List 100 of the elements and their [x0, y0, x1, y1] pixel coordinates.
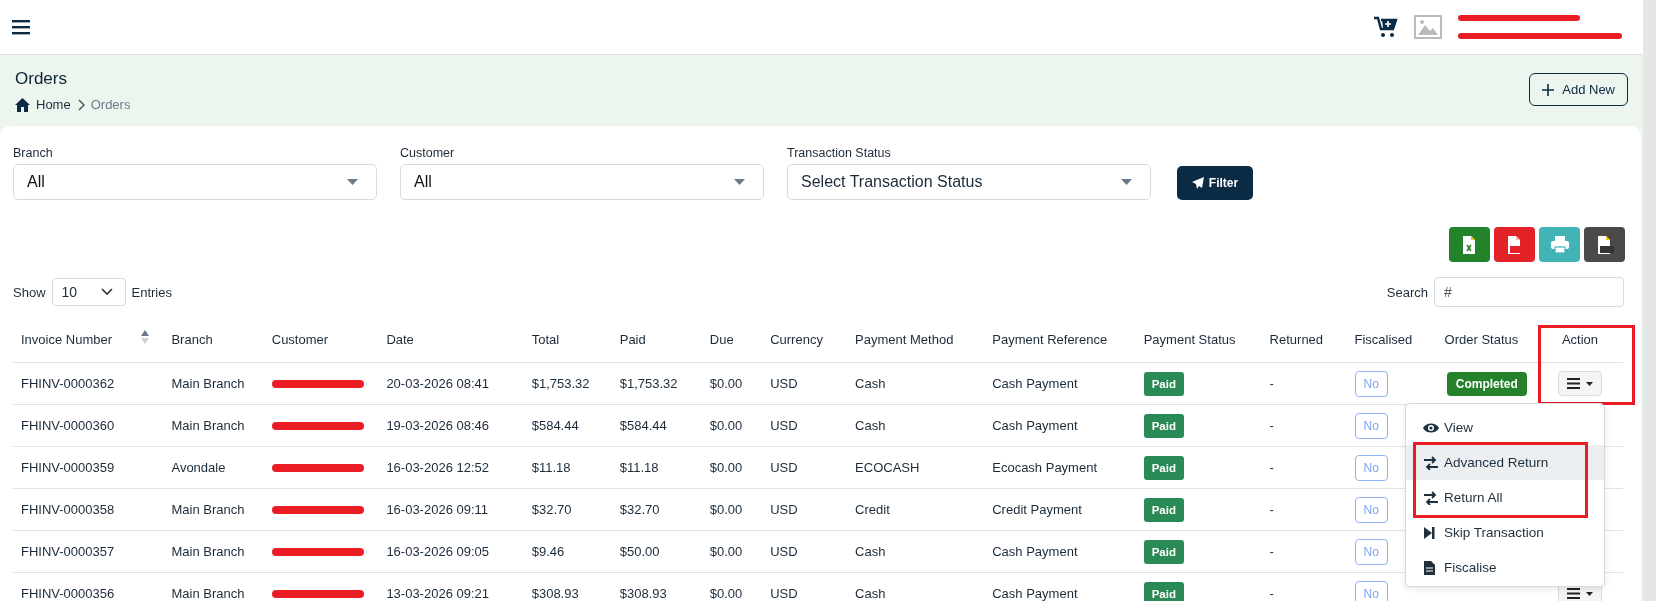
table-cell: Cash Payment — [992, 418, 1078, 433]
column-header[interactable]: Action — [1561, 332, 1598, 347]
fiscalised-badge: No — [1354, 538, 1388, 565]
column-header[interactable]: Fiscalised — [1354, 332, 1413, 347]
table-cell: $308.93 — [619, 586, 667, 601]
table-cell: 16-03-2026 12:52 — [386, 460, 490, 475]
column-header[interactable]: Date — [386, 332, 414, 347]
table-cell: $0.00 — [709, 544, 743, 559]
table-cell: Avondale — [171, 460, 226, 475]
table-cell: $0.00 — [709, 418, 743, 433]
table-cell: Cash — [855, 586, 886, 601]
table-cell: Credit Payment — [992, 502, 1082, 517]
status-badge: Completed — [1446, 372, 1527, 396]
table-cell: - — [1269, 544, 1274, 559]
page-title: Orders — [15, 69, 68, 89]
table-cell: FHINV-0000358 — [21, 502, 115, 517]
table-cell: Credit — [855, 502, 890, 517]
table-cell: FHINV-0000359 — [21, 460, 115, 475]
table-cell: USD — [770, 586, 798, 601]
status-badge: Paid — [1143, 414, 1184, 438]
table-cell: 19-03-2026 08:46 — [386, 418, 490, 433]
entries-select[interactable]: 10 — [51, 278, 126, 306]
table-cell: ECOCASH — [855, 460, 920, 475]
column-header[interactable]: Payment Reference — [992, 332, 1108, 347]
table-cell: FHINV-0000357 — [21, 544, 115, 559]
table-cell: 20-03-2026 08:41 — [386, 376, 490, 391]
menu-item[interactable]: Skip Transaction — [1406, 515, 1604, 550]
column-header[interactable]: Due — [709, 332, 734, 347]
status-badge: Paid — [1143, 372, 1184, 396]
table-cell: - — [1269, 586, 1274, 601]
table-cell: $9.46 — [531, 544, 565, 559]
table-cell: $32.70 — [531, 502, 572, 517]
fiscalised-badge: No — [1354, 412, 1388, 439]
column-header[interactable]: Payment Method — [855, 332, 954, 347]
table-cell: 16-03-2026 09:05 — [386, 544, 490, 559]
table-cell: $32.70 — [619, 502, 660, 517]
table-cell: $0.00 — [709, 586, 743, 601]
fiscalised-badge: No — [1354, 454, 1388, 481]
menu-item[interactable]: Return All — [1406, 480, 1604, 515]
table-cell: Main Branch — [171, 502, 245, 517]
table-cell: $308.93 — [531, 586, 579, 601]
fiscalised-badge: No — [1354, 580, 1388, 601]
table-cell: $50.00 — [619, 544, 660, 559]
table-cell: FHINV-0000362 — [21, 376, 115, 391]
table-cell: - — [1269, 418, 1274, 433]
field-label: Customer — [400, 146, 456, 160]
table-cell: Cash — [855, 376, 886, 391]
table-cell: Cash Payment — [992, 376, 1078, 391]
column-header[interactable]: Branch — [171, 332, 213, 347]
table-cell: $11.18 — [531, 460, 571, 475]
table-cell: USD — [770, 544, 798, 559]
select-field[interactable]: All — [400, 164, 764, 200]
column-header[interactable]: Order Status — [1444, 332, 1519, 347]
field-label: Transaction Status — [787, 146, 892, 160]
table-cell: - — [1269, 460, 1274, 475]
show-label: Show — [13, 284, 46, 300]
table-cell: $0.00 — [709, 376, 743, 391]
table-cell: FHINV-0000360 — [21, 418, 115, 433]
table-cell: 16-03-2026 09:11 — [386, 502, 489, 517]
breadcrumb-link[interactable]: Home — [36, 97, 71, 112]
status-badge: Paid — [1143, 582, 1184, 601]
table-cell: - — [1269, 376, 1274, 391]
column-header[interactable]: Payment Status — [1143, 332, 1236, 347]
column-header[interactable]: Paid — [619, 332, 646, 347]
table-cell: USD — [770, 460, 798, 475]
table-cell: $0.00 — [709, 460, 743, 475]
select-field[interactable]: Select Transaction Status — [787, 164, 1151, 200]
table-cell: $11.18 — [619, 460, 659, 475]
table-cell: - — [1269, 502, 1274, 517]
menu-item[interactable]: View — [1406, 410, 1604, 445]
select-field[interactable]: All — [13, 164, 377, 200]
table-cell: Main Branch — [171, 418, 245, 433]
fiscalised-badge: No — [1354, 496, 1388, 523]
table-cell: Cash — [855, 418, 886, 433]
column-header[interactable]: Invoice Number — [21, 332, 113, 347]
column-header[interactable]: Total — [531, 332, 560, 347]
table-cell: Ecocash Payment — [992, 460, 1097, 475]
search-label: Search — [1386, 284, 1428, 300]
status-badge: Paid — [1143, 540, 1184, 564]
column-header[interactable]: Currency — [770, 332, 823, 347]
fiscalised-badge: No — [1354, 370, 1388, 397]
status-badge: Paid — [1143, 456, 1184, 480]
column-header[interactable]: Returned — [1269, 332, 1324, 347]
table-cell: $0.00 — [709, 502, 743, 517]
table-cell: USD — [770, 418, 798, 433]
table-cell: USD — [770, 376, 798, 391]
table-cell: Cash Payment — [992, 544, 1078, 559]
table-cell: 13-03-2026 09:21 — [386, 586, 490, 601]
table-cell: Main Branch — [171, 376, 245, 391]
table-cell: Main Branch — [171, 544, 245, 559]
filter-button[interactable]: Filter — [1177, 166, 1253, 200]
add-new-button[interactable]: Add New — [1529, 73, 1628, 106]
menu-item[interactable]: Advanced Return — [1406, 445, 1604, 480]
status-badge: Paid — [1143, 498, 1184, 522]
menu-item[interactable]: Fiscalise — [1406, 550, 1604, 585]
table-cell: Main Branch — [171, 586, 245, 601]
table-cell: $1,753.32 — [619, 376, 678, 391]
search-field[interactable]: # — [1434, 277, 1624, 307]
table-cell: $584.44 — [619, 418, 667, 433]
column-header[interactable]: Customer — [271, 332, 329, 347]
